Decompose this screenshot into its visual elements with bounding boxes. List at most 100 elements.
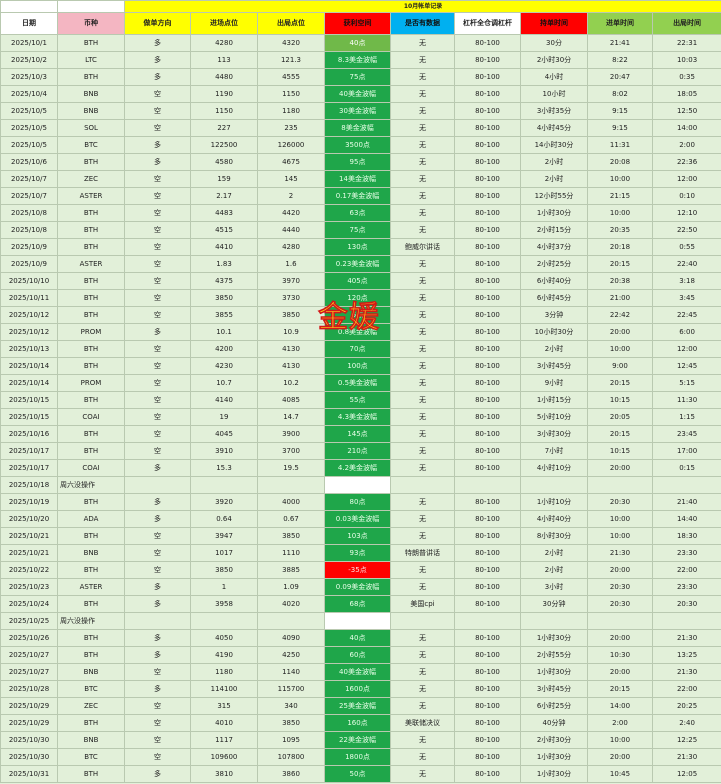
exit-time-cell[interactable]: 0:10 [651, 187, 721, 205]
coin-cell[interactable]: BTH [57, 442, 125, 460]
exit-time-cell[interactable]: 12:00 [651, 340, 721, 358]
exit-cell[interactable]: 4440 [257, 221, 325, 239]
has-data-cell[interactable] [390, 612, 455, 630]
coin-cell[interactable]: BTH [57, 238, 125, 256]
direction-cell[interactable]: 多 [124, 153, 191, 171]
has-data-cell[interactable]: 无 [390, 221, 455, 239]
date-cell[interactable]: 2025/10/5 [0, 119, 58, 137]
coin-cell[interactable]: ASTER [57, 255, 125, 273]
entry-cell[interactable]: 1017 [190, 544, 258, 562]
entry-cell[interactable]: 3920 [190, 493, 258, 511]
coin-cell[interactable]: BTH [57, 629, 125, 647]
has-data-cell[interactable]: 无 [390, 204, 455, 222]
hold-time-cell[interactable]: 5小时10分 [520, 408, 588, 426]
exit-cell[interactable]: 19.5 [257, 459, 325, 477]
profit-cell[interactable]: 25美金波幅 [324, 697, 391, 715]
entry-time-cell[interactable]: 20:00 [587, 459, 653, 477]
entry-cell[interactable]: 1.83 [190, 255, 258, 273]
date-cell[interactable]: 2025/10/15 [0, 408, 58, 426]
leverage-cell[interactable]: 80-100 [454, 102, 521, 120]
coin-cell[interactable]: BTH [57, 289, 125, 307]
exit-cell[interactable]: 3730 [257, 289, 325, 307]
date-cell[interactable]: 2025/10/29 [0, 697, 58, 715]
leverage-cell[interactable]: 80-100 [454, 306, 521, 324]
sheet-title[interactable]: 10月帐单记录 [123, 0, 721, 13]
direction-cell[interactable]: 多 [124, 595, 191, 613]
profit-cell[interactable]: 0.23美金波幅 [324, 255, 391, 273]
direction-cell[interactable]: 空 [124, 425, 191, 443]
exit-time-cell[interactable]: 21:30 [651, 663, 721, 681]
leverage-cell[interactable]: 80-100 [454, 748, 521, 766]
date-cell[interactable]: 2025/10/28 [0, 680, 58, 698]
direction-cell[interactable]: 空 [124, 306, 191, 324]
exit-cell[interactable]: 4000 [257, 493, 325, 511]
hold-time-cell[interactable] [520, 612, 588, 630]
entry-time-cell[interactable]: 20:35 [587, 221, 653, 239]
leverage-cell[interactable]: 80-100 [454, 272, 521, 290]
date-cell[interactable]: 2025/10/14 [0, 374, 58, 392]
date-cell[interactable]: 2025/10/20 [0, 510, 58, 528]
exit-cell[interactable]: 4020 [257, 595, 325, 613]
direction-cell[interactable] [124, 476, 191, 494]
date-cell[interactable]: 2025/10/22 [0, 561, 58, 579]
leverage-cell[interactable]: 80-100 [454, 391, 521, 409]
has-data-cell[interactable]: 无 [390, 51, 455, 69]
exit-time-cell[interactable]: 12:00 [651, 170, 721, 188]
has-data-cell[interactable]: 无 [390, 340, 455, 358]
direction-cell[interactable]: 空 [124, 374, 191, 392]
header-leverage[interactable]: 杠杆全仓调杠杆 [454, 12, 521, 35]
entry-cell[interactable]: 19 [190, 408, 258, 426]
date-cell[interactable]: 2025/10/2 [0, 51, 58, 69]
direction-cell[interactable]: 空 [124, 697, 191, 715]
date-cell[interactable]: 2025/10/5 [0, 136, 58, 154]
entry-time-cell[interactable]: 20:30 [587, 493, 653, 511]
has-data-cell[interactable]: 无 [390, 663, 455, 681]
direction-cell[interactable]: 多 [124, 459, 191, 477]
has-data-cell[interactable]: 无 [390, 561, 455, 579]
has-data-cell[interactable]: 无 [390, 646, 455, 664]
exit-cell[interactable]: 4420 [257, 204, 325, 222]
date-cell[interactable]: 2025/10/3 [0, 68, 58, 86]
date-cell[interactable]: 2025/10/9 [0, 238, 58, 256]
direction-cell[interactable]: 多 [124, 51, 191, 69]
leverage-cell[interactable] [454, 612, 521, 630]
exit-time-cell[interactable]: 17:00 [651, 442, 721, 460]
hold-time-cell[interactable]: 2小时30分 [520, 51, 588, 69]
direction-cell[interactable]: 空 [124, 748, 191, 766]
entry-cell[interactable]: 4010 [190, 714, 258, 732]
hold-time-cell[interactable]: 1小时30分 [520, 629, 588, 647]
exit-time-cell[interactable]: 14:00 [651, 119, 721, 137]
entry-time-cell[interactable]: 10:15 [587, 442, 653, 460]
leverage-cell[interactable]: 80-100 [454, 629, 521, 647]
date-cell[interactable]: 2025/10/21 [0, 527, 58, 545]
profit-cell[interactable]: 5点 [324, 306, 391, 324]
entry-cell[interactable]: 4280 [190, 34, 258, 52]
entry-cell[interactable]: 4483 [190, 204, 258, 222]
hold-time-cell[interactable]: 1小时15分 [520, 391, 588, 409]
entry-cell[interactable]: 10.7 [190, 374, 258, 392]
hold-time-cell[interactable]: 4小时10分 [520, 459, 588, 477]
coin-cell[interactable]: ZEC [57, 170, 125, 188]
exit-cell[interactable]: 1.6 [257, 255, 325, 273]
direction-cell[interactable]: 多 [124, 34, 191, 52]
has-data-cell[interactable]: 无 [390, 425, 455, 443]
exit-cell[interactable]: 3970 [257, 272, 325, 290]
date-cell[interactable]: 2025/10/4 [0, 85, 58, 103]
coin-cell[interactable]: ADA [57, 510, 125, 528]
profit-cell[interactable]: 70点 [324, 340, 391, 358]
header-direction[interactable]: 做单方向 [124, 12, 191, 35]
coin-cell[interactable]: BTH [57, 391, 125, 409]
leverage-cell[interactable]: 80-100 [454, 595, 521, 613]
hold-time-cell[interactable]: 4小时45分 [520, 119, 588, 137]
exit-cell[interactable]: 4085 [257, 391, 325, 409]
leverage-cell[interactable]: 80-100 [454, 357, 521, 375]
coin-cell[interactable]: BTC [57, 680, 125, 698]
has-data-cell[interactable]: 无 [390, 272, 455, 290]
header-date[interactable]: 日期 [0, 12, 58, 35]
hold-time-cell[interactable]: 1小时30分 [520, 204, 588, 222]
direction-cell[interactable]: 空 [124, 408, 191, 426]
header-entry[interactable]: 进场点位 [190, 12, 258, 35]
entry-time-cell[interactable]: 20:15 [587, 680, 653, 698]
exit-time-cell[interactable]: 12:50 [651, 102, 721, 120]
has-data-cell[interactable]: 无 [390, 510, 455, 528]
